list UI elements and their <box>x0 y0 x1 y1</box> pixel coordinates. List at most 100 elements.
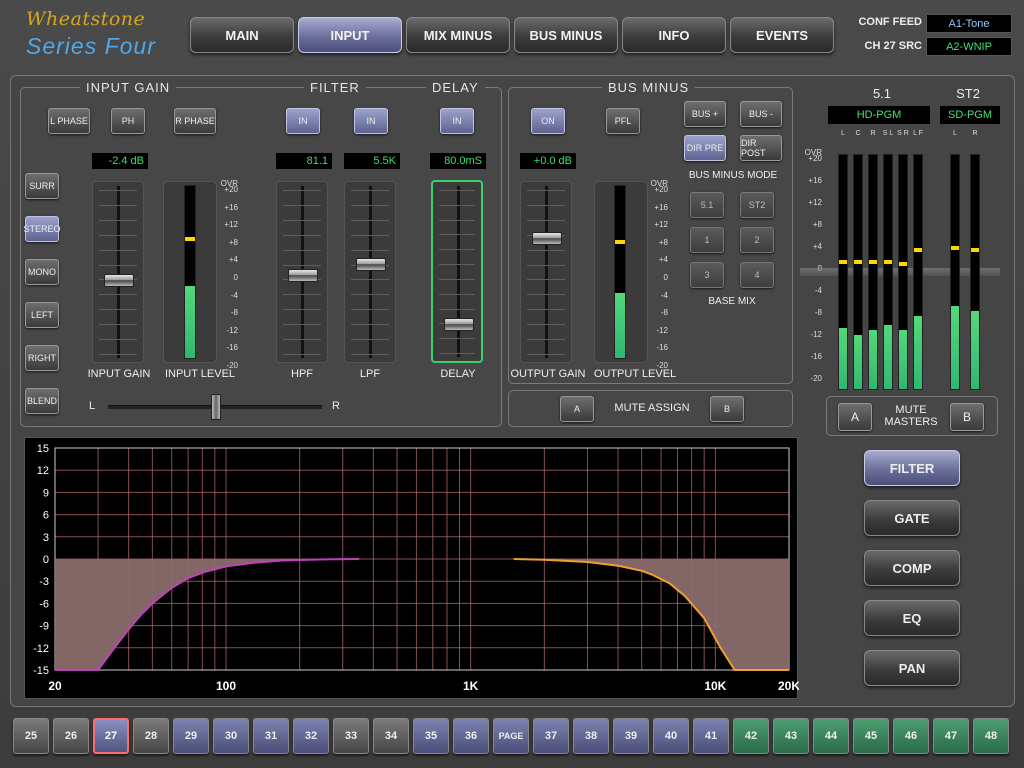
lpf-in-button[interactable]: IN <box>354 108 388 134</box>
mute-master-a-button[interactable]: A <box>838 403 872 431</box>
fader-knob[interactable] <box>356 258 386 272</box>
l-phase-button[interactable]: L PHASE <box>48 108 90 134</box>
page-button[interactable]: PAGE <box>493 718 529 754</box>
tab-info[interactable]: INFO <box>622 17 726 53</box>
channel-button-31[interactable]: 31 <box>253 718 289 754</box>
channel-button-36[interactable]: 36 <box>453 718 489 754</box>
channel-button-44[interactable]: 44 <box>813 718 849 754</box>
wheatstone-logo: Wheatstone <box>26 8 146 30</box>
bus-minus-mode-label: BUS MINUS MODE <box>688 170 778 181</box>
base-mix-label: BASE MIX <box>708 296 756 307</box>
meter-scale-label: -12 <box>656 325 668 335</box>
blend-slider-knob[interactable] <box>211 394 221 420</box>
r-phase-button[interactable]: R PHASE <box>174 108 216 134</box>
meter-scale-label: +8 <box>812 220 822 229</box>
channel-button-43[interactable]: 43 <box>773 718 809 754</box>
fader-knob[interactable] <box>444 318 474 332</box>
conf-feed-label: CONF FEED <box>858 16 922 28</box>
base-mix-2-button[interactable]: 2 <box>740 227 774 253</box>
channel-button-32[interactable]: 32 <box>293 718 329 754</box>
hpf-caption: HPF <box>291 368 313 380</box>
channel-button-46[interactable]: 46 <box>893 718 929 754</box>
channel-button-27[interactable]: 27 <box>93 718 129 754</box>
filter-page-button[interactable]: FILTER <box>864 450 960 486</box>
base-mix-3-button[interactable]: 3 <box>690 262 724 288</box>
channel-button-35[interactable]: 35 <box>413 718 449 754</box>
y-tick-label: 12 <box>37 465 49 477</box>
blend-mode-button[interactable]: BLEND <box>25 388 59 414</box>
channel-button-34[interactable]: 34 <box>373 718 409 754</box>
mute-masters-label: MUTE MASTERS <box>884 404 938 428</box>
fader-knob[interactable] <box>288 269 318 283</box>
tab-input[interactable]: INPUT <box>298 17 402 53</box>
channel-button-48[interactable]: 48 <box>973 718 1009 754</box>
master-channel-label: S L <box>882 130 894 137</box>
meter-scale-label: +12 <box>808 198 822 207</box>
base-mix-5-1-button[interactable]: 5.1 <box>690 192 724 218</box>
right-mode-button[interactable]: RIGHT <box>25 345 59 371</box>
channel-button-41[interactable]: 41 <box>693 718 729 754</box>
eq-page-button[interactable]: EQ <box>864 600 960 636</box>
output-gain-fader[interactable] <box>520 181 572 363</box>
hpf-fader[interactable] <box>276 181 328 363</box>
channel-button-37[interactable]: 37 <box>533 718 569 754</box>
comp-page-button[interactable]: COMP <box>864 550 960 586</box>
gate-page-button[interactable]: GATE <box>864 500 960 536</box>
mono-mode-button[interactable]: MONO <box>25 259 59 285</box>
fader-knob[interactable] <box>104 273 134 287</box>
hpf-in-button[interactable]: IN <box>286 108 320 134</box>
channel-button-33[interactable]: 33 <box>333 718 369 754</box>
dir-pre-button[interactable]: DIR PRE <box>684 135 726 161</box>
bus-minus-button[interactable]: BUS - <box>740 101 782 127</box>
channel-button-47[interactable]: 47 <box>933 718 969 754</box>
lpf-fader[interactable] <box>344 181 396 363</box>
channel-button-29[interactable]: 29 <box>173 718 209 754</box>
base-mix-1-button[interactable]: 1 <box>690 227 724 253</box>
base-mix-st2-button[interactable]: ST2 <box>740 192 774 218</box>
stereo-mode-button[interactable]: STEREO <box>24 216 61 242</box>
master-meter-stereo-1 <box>970 154 980 390</box>
x-tick-label: 20 <box>48 679 62 693</box>
channel-button-42[interactable]: 42 <box>733 718 769 754</box>
left-mode-button[interactable]: LEFT <box>25 302 59 328</box>
pfl-button[interactable]: PFL <box>606 108 640 134</box>
mute-assign-a-button[interactable]: A <box>560 396 594 422</box>
input-level-meter <box>184 185 196 359</box>
channel-button-40[interactable]: 40 <box>653 718 689 754</box>
tab-bus-minus[interactable]: BUS MINUS <box>514 17 618 53</box>
tab-mix-minus[interactable]: MIX MINUS <box>406 17 510 53</box>
phase-button[interactable]: PH <box>111 108 145 134</box>
bus-plus-button[interactable]: BUS + <box>684 101 726 127</box>
delay-readout: 80.0mS <box>430 153 486 169</box>
delay-fader[interactable] <box>431 180 483 363</box>
channel-button-30[interactable]: 30 <box>213 718 249 754</box>
fader-knob[interactable] <box>532 231 562 245</box>
delay-in-button[interactable]: IN <box>440 108 474 134</box>
meter-scale-label: +4 <box>228 255 238 265</box>
meter-scale-label: -16 <box>226 343 238 353</box>
dir-post-button[interactable]: DIR POST <box>740 135 782 161</box>
y-tick-label: -12 <box>33 643 49 655</box>
meter-scale-label: +4 <box>812 242 822 251</box>
y-tick-label: -3 <box>39 576 49 588</box>
meter-scale-label: +12 <box>654 220 668 230</box>
channel-button-26[interactable]: 26 <box>53 718 89 754</box>
channel-button-25[interactable]: 25 <box>13 718 49 754</box>
base-mix-4-button[interactable]: 4 <box>740 262 774 288</box>
master-channel-label: R <box>870 130 876 137</box>
channel-button-45[interactable]: 45 <box>853 718 889 754</box>
mute-assign-b-button[interactable]: B <box>710 396 744 422</box>
surround-mode-button[interactable]: SURR <box>25 173 59 199</box>
bus-on-button[interactable]: ON <box>531 108 565 134</box>
stereo-source: SD-PGM <box>940 106 1000 124</box>
channel-button-39[interactable]: 39 <box>613 718 649 754</box>
channel-button-28[interactable]: 28 <box>133 718 169 754</box>
input-gain-fader[interactable] <box>92 181 144 363</box>
mute-master-b-button[interactable]: B <box>950 403 984 431</box>
master-channel-label: R <box>972 130 978 137</box>
pan-page-button[interactable]: PAN <box>864 650 960 686</box>
curve-fill-left-edge <box>55 559 56 670</box>
y-tick-label: 15 <box>37 443 49 455</box>
channel-button-38[interactable]: 38 <box>573 718 609 754</box>
tab-main[interactable]: MAIN <box>190 17 294 53</box>
